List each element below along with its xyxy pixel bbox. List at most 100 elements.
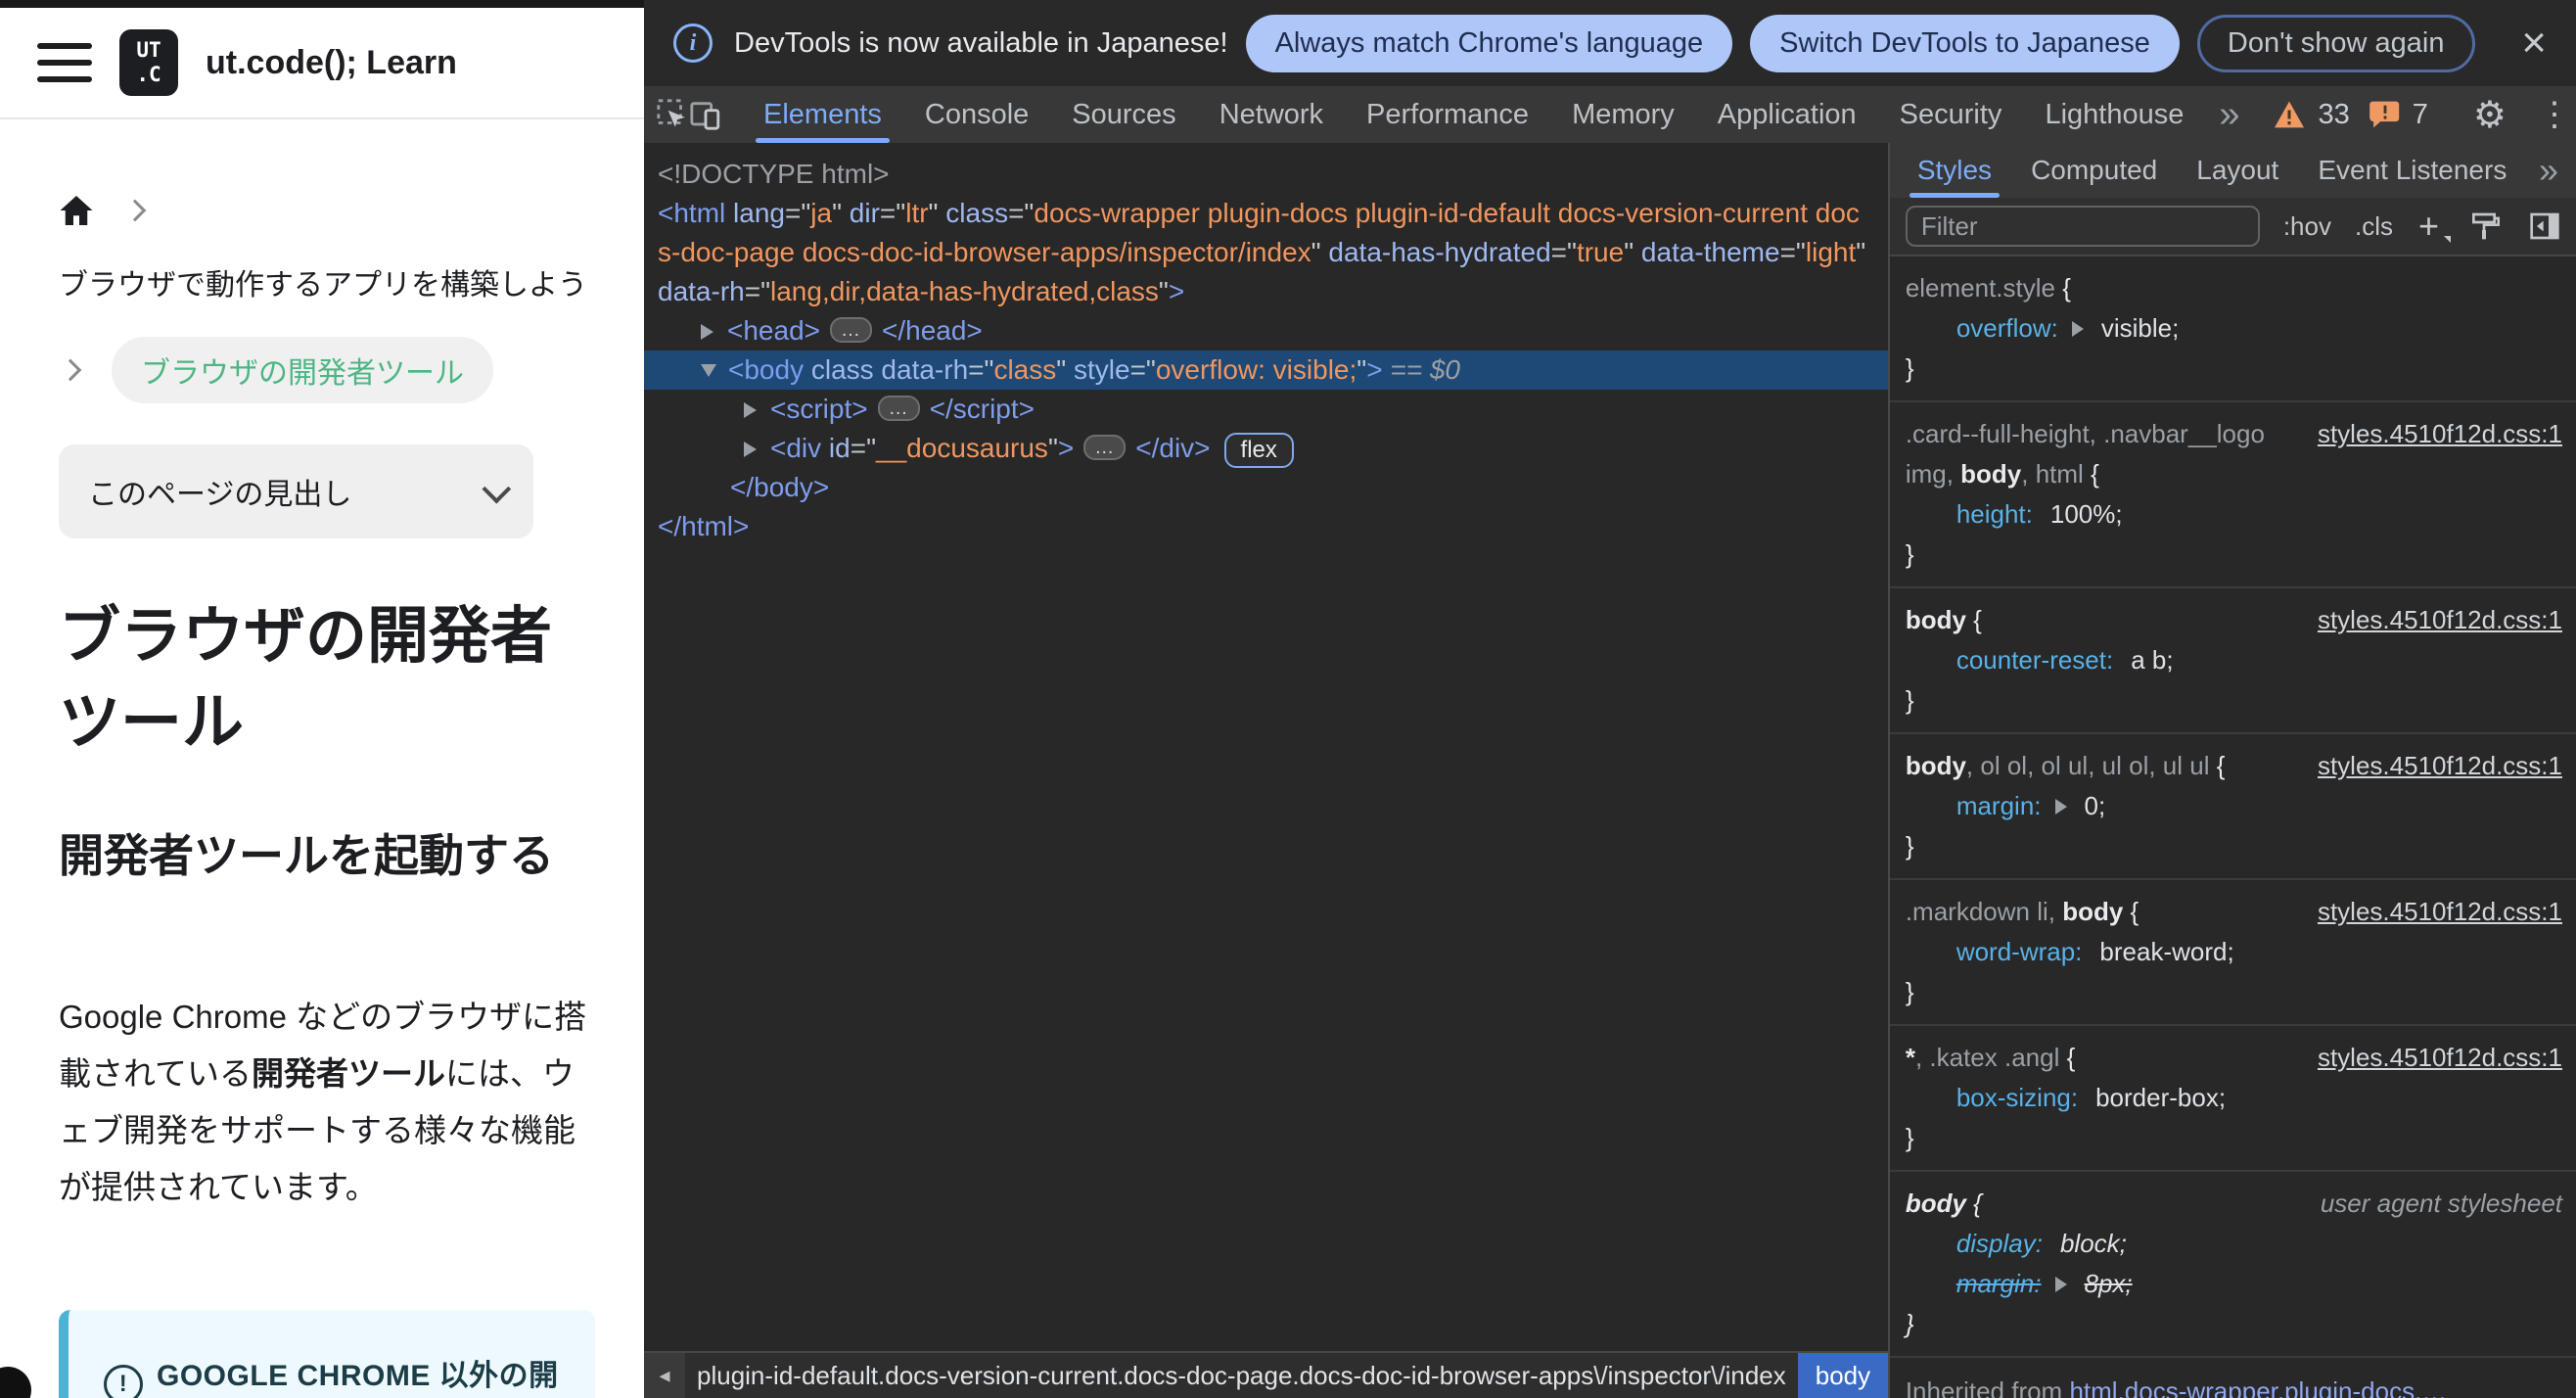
css-property-value[interactable]: 100%; [2050,499,2123,529]
expand-value-arrow-icon[interactable] [2071,321,2084,337]
tree-node[interactable]: <div id="__docusaurus"> … </div> flex [644,429,1888,468]
code-token: <body [728,354,805,385]
kebab-menu-icon[interactable]: ⋮ [2522,95,2576,134]
hamburger-menu-button[interactable] [37,43,92,82]
stylesheet-source-link[interactable]: styles.4510f12d.css:1 [2318,600,2562,640]
dont-show-again-button[interactable]: Don't show again [2196,14,2475,72]
site-title[interactable]: ut.code(); Learn [206,44,457,82]
page-title: ブラウザの開発者ツール [59,602,552,757]
breadcrumb-section[interactable]: ブラウザで動作するアプリを構築しよう [59,260,587,303]
expand-ellipsis-button[interactable]: … [830,317,872,343]
tree-node[interactable]: <head> … </head> [644,311,1888,350]
infobar-close-icon[interactable]: × [2521,22,2547,65]
expand-value-arrow-icon[interactable] [2054,799,2067,815]
tab-lighthouse[interactable]: Lighthouse [2023,86,2205,143]
breadcrumb-path[interactable]: plugin-id-default.docs-version-current.d… [685,1353,1798,1398]
stylesheet-source-link[interactable]: styles.4510f12d.css:1 [2318,1038,2562,1078]
css-property-name[interactable]: display: [1956,1229,2043,1258]
code-token: " [928,198,939,228]
code-token: lang,dir,data-has-hydrated,class [770,276,1159,306]
stylesheet-source-link[interactable]: styles.4510f12d.css:1 [2318,746,2562,786]
match-language-button[interactable]: Always match Chrome's language [1245,14,1733,72]
css-property-value[interactable]: 8px; [2085,1269,2133,1298]
stylesheet-source-link[interactable]: styles.4510f12d.css:1 [2318,414,2562,454]
tree-node[interactable]: <script> … </script> [644,390,1888,429]
expand-ellipsis-button[interactable]: … [1083,435,1127,460]
site-logo[interactable]: UT .C [119,29,178,96]
inspect-element-icon[interactable] [656,91,689,138]
tab-security[interactable]: Security [1878,86,2024,143]
css-property-name[interactable]: overflow: [1956,313,2058,343]
toggle-class-button[interactable]: .cls [2355,211,2393,242]
rule-selector-line: styles.4510f12d.css:1 .markdown li, body … [1906,892,2562,932]
tree-node[interactable]: <!DOCTYPE html> [644,155,1888,194]
flex-badge[interactable]: flex [1223,433,1294,468]
expand-arrow-icon[interactable] [744,442,757,457]
css-declaration[interactable]: overflow: visible; [1906,308,2562,349]
css-property-value[interactable]: a b; [2131,645,2173,675]
css-declaration[interactable]: box-sizing: border-box; [1906,1078,2562,1118]
new-style-rule-button[interactable]: + [2418,206,2452,247]
css-property-name[interactable]: word-wrap: [1956,937,2083,966]
sidebar-tab-styles[interactable]: Styles [1898,143,2011,198]
css-property-value[interactable]: border-box; [2095,1083,2226,1112]
css-property-value[interactable]: visible; [2101,313,2179,343]
tab-sources[interactable]: Sources [1050,86,1197,143]
alert-circle-icon: ! [104,1365,143,1398]
tab-elements[interactable]: Elements [742,86,903,143]
more-tabs-icon[interactable]: » [2205,94,2253,136]
toc-collapsible[interactable]: このページの見出し [59,444,533,538]
expand-arrow-icon[interactable] [701,324,713,340]
code-token: " [832,198,843,228]
tab-console[interactable]: Console [903,86,1050,143]
tree-node[interactable]: </html> [644,507,1888,546]
css-declaration[interactable]: margin: 0; [1906,786,2562,826]
css-property-name[interactable]: counter-reset: [1956,645,2113,675]
open-brace: { [1965,1188,1982,1218]
css-property-name[interactable]: box-sizing: [1956,1083,2078,1112]
css-declaration[interactable]: counter-reset: a b; [1906,640,2562,680]
sidebar-tab-event-listeners[interactable]: Event Listeners [2298,143,2526,198]
warnings-badge[interactable]: 33 [2273,99,2350,131]
tree-node[interactable]: </body> [644,468,1888,507]
css-property-name[interactable]: height: [1956,499,2033,529]
device-toolbar-icon[interactable] [689,91,722,138]
inherited-element-link[interactable]: html.docs-wrapper.plugin-docs.… [2069,1376,2447,1398]
stylesheet-source-link[interactable]: styles.4510f12d.css:1 [2318,892,2562,932]
expand-arrow-icon[interactable] [744,402,757,418]
css-declaration[interactable]: margin: 8px; [1906,1264,2562,1304]
styles-filter-input[interactable] [1905,206,2260,247]
devtools-panel: i DevTools is now available in Japanese!… [644,0,2576,1398]
expand-ellipsis-button[interactable]: … [877,396,920,421]
collapse-arrow-icon[interactable] [701,364,716,377]
sidebar-tab-layout[interactable]: Layout [2177,143,2298,198]
issues-badge[interactable]: 7 [2369,99,2428,131]
sidebar-more-tabs-icon[interactable]: » [2529,150,2568,191]
toggle-hover-state-button[interactable]: :hov [2283,211,2331,242]
home-icon[interactable] [59,194,94,227]
tree-node[interactable]: <html lang="ja" dir="ltr" class="docs-wr… [644,194,1888,311]
css-property-value[interactable]: block; [2060,1229,2127,1258]
tab-application[interactable]: Application [1696,86,1878,143]
css-declaration[interactable]: word-wrap: break-word; [1906,932,2562,972]
sidebar-toggle-icon[interactable] [2529,210,2560,242]
css-property-name[interactable]: margin: [1956,1269,2042,1298]
rendering-brush-icon[interactable] [2468,210,2500,242]
switch-japanese-button[interactable]: Switch DevTools to Japanese [1750,14,2180,72]
css-property-value[interactable]: 0; [2085,791,2106,820]
tab-network[interactable]: Network [1198,86,1345,143]
sidebar-tab-computed[interactable]: Computed [2011,143,2177,198]
tab-performance[interactable]: Performance [1345,86,1550,143]
expand-value-arrow-icon[interactable] [2054,1277,2067,1292]
tree-node-selected[interactable]: <body class data-rh="class" style="overf… [644,350,1888,390]
css-property-value[interactable]: break-word; [2099,937,2233,966]
style-rule: styles.4510f12d.css:1 body, ol ol, ol ul,… [1889,734,2576,880]
css-declaration[interactable]: display: block; [1906,1224,2562,1264]
css-property-name[interactable]: margin: [1956,791,2042,820]
breadcrumb-prev-icon[interactable]: ◂ [644,1353,685,1398]
css-declaration[interactable]: height: 100%; [1906,494,2562,535]
breadcrumb-selected-node[interactable]: body [1797,1353,1888,1398]
tab-memory[interactable]: Memory [1550,86,1696,143]
stylesheet-origin-label: user agent stylesheet [2320,1188,2562,1218]
settings-gear-icon[interactable]: ⚙ [2458,93,2522,137]
